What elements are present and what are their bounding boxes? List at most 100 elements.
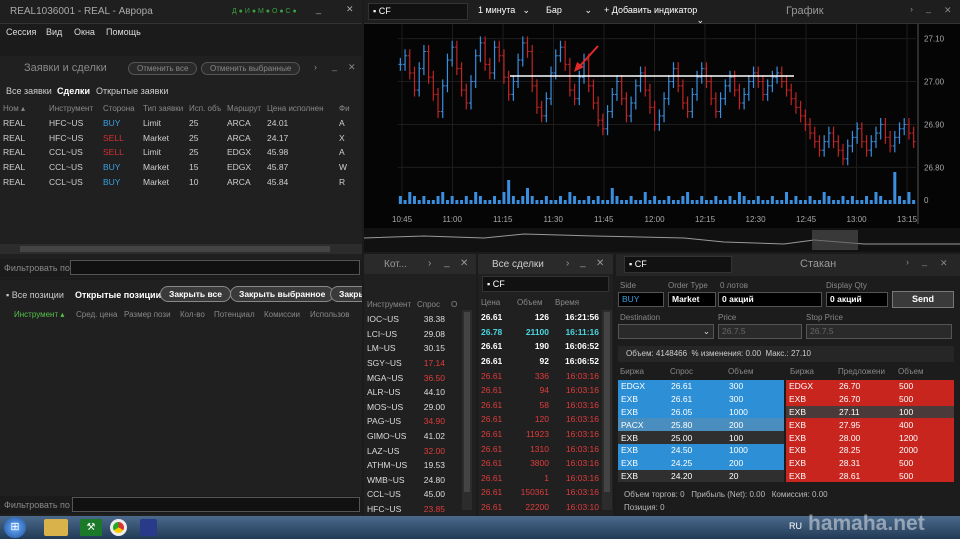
col-price[interactable]: Цена — [478, 294, 514, 310]
chevron-right-icon[interactable]: › — [906, 257, 909, 267]
list-item[interactable]: GIMO~US 41.02 — [364, 429, 460, 444]
table-row[interactable]: REAL CCL~US BUY Market 10 ARCA 45.84 R — [0, 174, 362, 189]
close-more-button[interactable]: Закры — [330, 286, 362, 302]
col-qty[interactable]: Кол-во — [180, 310, 205, 319]
navigator[interactable] — [364, 228, 960, 252]
display-qty-input[interactable]: 0 акций — [826, 292, 888, 307]
send-button[interactable]: Send — [892, 291, 954, 308]
tab-deals[interactable]: Сделки — [57, 86, 90, 96]
col-exec-price[interactable]: Цена исполнен — [264, 100, 336, 116]
col-order-type[interactable]: Тип заявки — [140, 100, 186, 116]
positions-filter-input[interactable] — [72, 497, 360, 512]
close-icon[interactable]: ✕ — [348, 62, 356, 73]
list-item[interactable]: LM~US 30.15 — [364, 341, 460, 356]
positions-tab-all[interactable]: ▪ Все позиции — [6, 290, 64, 300]
bid-level[interactable]: EXB 24.50 1000 — [618, 443, 784, 457]
minimize-icon[interactable]: _ — [580, 254, 586, 272]
chevron-right-icon[interactable]: › — [314, 62, 317, 72]
trades-scrollbar[interactable] — [602, 310, 612, 510]
bid-level[interactable]: EXB 25.00 100 — [618, 431, 784, 444]
close-selected-button[interactable]: Закрыть выбранное — [230, 286, 335, 302]
stop-price-input[interactable]: 26.7.5 — [806, 324, 952, 339]
bid-level[interactable]: EXB 24.25 200 — [618, 456, 784, 470]
list-item[interactable]: IOC~US 38.38 — [364, 312, 460, 327]
price-input[interactable]: 26.7.5 — [718, 324, 802, 339]
ask-level[interactable]: EXB 26.70 500 — [786, 392, 954, 406]
chevron-right-icon[interactable]: › — [428, 255, 431, 273]
chrome-icon[interactable] — [110, 519, 127, 536]
col-pos-size[interactable]: Размер пози — [124, 310, 171, 319]
ask-level[interactable]: EXB 27.11 100 — [786, 405, 954, 419]
close-icon[interactable]: ✕ — [346, 4, 354, 15]
ask-level[interactable]: EDGX 26.70 500 — [786, 380, 954, 393]
ask-level[interactable]: EXB 28.61 500 — [786, 469, 954, 483]
destination-select[interactable]: ⌄ — [618, 324, 714, 339]
col-filled[interactable]: Исп. объ — [186, 100, 224, 116]
app-icon[interactable]: ⚒ — [80, 519, 102, 536]
list-item[interactable]: LAZ~US 32.00 — [364, 443, 460, 458]
menu-windows[interactable]: Окна — [74, 27, 95, 37]
table-row[interactable]: REAL HFC~US BUY Limit 25 ARCA 24.01 A — [0, 116, 362, 131]
list-item[interactable]: WMB~US 24.80 — [364, 473, 460, 488]
cancel-selected-button[interactable]: Отменить выбранные — [201, 62, 301, 75]
tab-open-orders[interactable]: Открытые заявки — [96, 86, 168, 96]
close-icon[interactable]: ✕ — [596, 255, 604, 273]
menu-session[interactable]: Сессия — [6, 27, 36, 37]
col-time[interactable]: Время — [552, 294, 602, 310]
list-item[interactable]: HFC~US 23.85 — [364, 502, 460, 516]
close-icon[interactable]: ✕ — [944, 5, 952, 16]
language-indicator[interactable]: RU — [789, 521, 802, 531]
table-row[interactable]: REAL CCL~US BUY Market 15 EDGX 45.87 W — [0, 160, 362, 175]
list-item[interactable]: LCI~US 29.08 — [364, 327, 460, 342]
chart-symbol[interactable]: ▪ CF — [368, 3, 468, 20]
list-item[interactable]: MOS~US 29.00 — [364, 400, 460, 415]
type-select[interactable]: Бар ⌄ — [542, 3, 596, 20]
qty-input[interactable]: 0 акций — [718, 292, 822, 307]
table-row[interactable]: REAL HFC~US SELL Market 25 ARCA 24.17 X — [0, 131, 362, 146]
tab-all-orders[interactable]: Все заявки — [6, 86, 52, 96]
minimize-icon[interactable]: _ — [926, 3, 931, 13]
minimize-button[interactable]: _ — [316, 4, 321, 14]
minimize-icon[interactable]: _ — [332, 61, 337, 71]
bid-level[interactable]: EXB 24.20 20 — [618, 469, 784, 483]
col-extra[interactable]: Фи — [336, 100, 362, 116]
bid-level[interactable]: EDGX 26.61 300 — [618, 380, 784, 393]
chevron-right-icon[interactable]: › — [910, 4, 913, 14]
col-volume[interactable]: Объем — [514, 294, 552, 310]
col-number[interactable]: Ном ▴ — [0, 100, 46, 116]
minimize-icon[interactable]: _ — [444, 254, 450, 272]
explorer-icon[interactable] — [44, 519, 68, 536]
scroll-thumb[interactable] — [604, 312, 610, 492]
list-item[interactable]: PAG~US 34.90 — [364, 414, 460, 429]
ordertype-select[interactable]: Market — [668, 292, 716, 307]
menu-view[interactable]: Вид — [46, 27, 62, 37]
scroll-thumb[interactable] — [464, 312, 470, 492]
close-all-button[interactable]: Закрыть все — [160, 286, 231, 302]
price-chart[interactable]: 27.10 27.00 26.90 26.80 0 10:45 11:00 11:15 11:3… — [364, 24, 960, 252]
menu-help[interactable]: Помощь — [106, 27, 141, 37]
orders-filter-input[interactable] — [70, 260, 360, 275]
positions-tab-open[interactable]: Открытые позиции — [75, 290, 161, 300]
navigator-window[interactable] — [812, 230, 858, 250]
close-icon[interactable]: ✕ — [460, 255, 468, 273]
col-side[interactable]: Сторона — [100, 100, 140, 116]
bid-level[interactable]: PACX 25.80 200 — [618, 418, 784, 432]
ask-level[interactable]: EXB 27.95 400 — [786, 418, 954, 432]
book-symbol[interactable]: ▪ CF — [624, 256, 732, 273]
col-used[interactable]: Использов — [310, 310, 349, 319]
col-o[interactable]: О — [448, 296, 460, 312]
ask-level[interactable]: EXB 28.31 500 — [786, 456, 954, 470]
col-commission[interactable]: Комиссии — [264, 310, 300, 319]
start-button[interactable]: ⊞ — [4, 517, 26, 538]
table-row[interactable]: REAL CCL~US SELL Limit 25 EDGX 45.98 A — [0, 145, 362, 160]
list-item[interactable]: SGY~US 17.14 — [364, 356, 460, 371]
scroll-thumb[interactable] — [20, 246, 330, 252]
add-indicator-button[interactable]: + Добавить индикатор ⌄ — [600, 3, 708, 25]
close-icon[interactable]: ✕ — [940, 258, 948, 269]
list-item[interactable]: ATHM~US 19.53 — [364, 458, 460, 473]
ask-level[interactable]: EXB 28.25 2000 — [786, 443, 954, 457]
col-potential[interactable]: Потенциал — [214, 310, 255, 319]
cancel-all-button[interactable]: Отменить все — [128, 62, 198, 75]
bid-level[interactable]: EXB 26.61 300 — [618, 392, 784, 406]
quotes-scrollbar[interactable] — [462, 310, 472, 510]
